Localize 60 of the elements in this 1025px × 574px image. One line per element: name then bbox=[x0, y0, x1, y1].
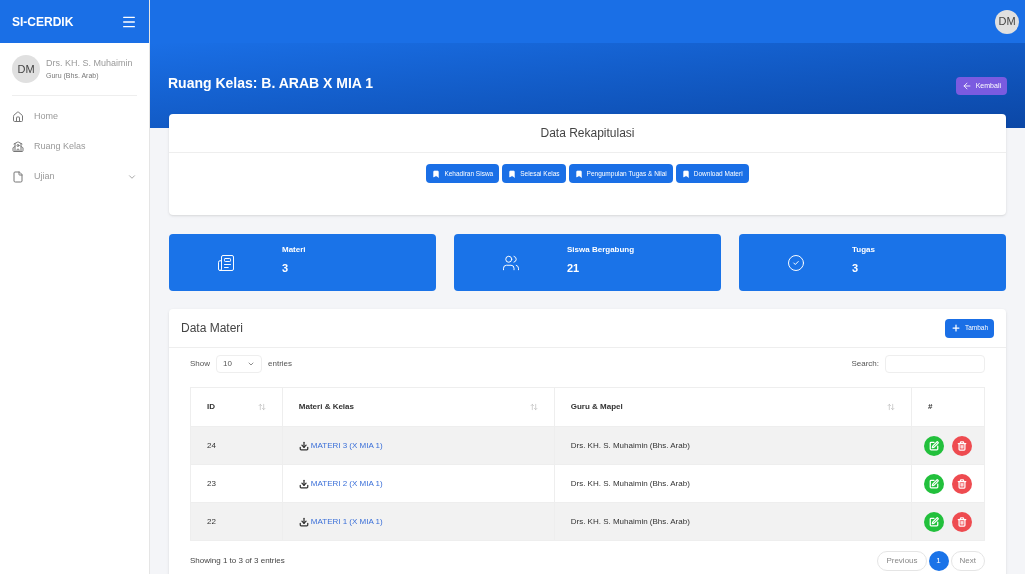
search-label: Search: bbox=[851, 358, 879, 370]
users-icon bbox=[501, 253, 520, 272]
bookmark-icon bbox=[574, 169, 583, 178]
column-header[interactable]: Materi & Kelas bbox=[282, 387, 555, 427]
trash-icon bbox=[957, 440, 967, 451]
page-title: Ruang Kelas: B. ARAB X MIA 1 bbox=[168, 74, 374, 93]
table-cell: 22 bbox=[190, 502, 283, 541]
page-size-select[interactable]: 10 bbox=[216, 355, 262, 373]
download-icon bbox=[298, 440, 309, 451]
show-label: Show bbox=[190, 358, 210, 370]
check-circle-icon bbox=[786, 253, 805, 272]
building-icon bbox=[12, 141, 24, 153]
file-icon bbox=[12, 171, 24, 183]
edit-icon bbox=[929, 478, 939, 489]
table-cell: Drs. KH. S. Muhaimin (Bhs. Arab) bbox=[554, 464, 912, 503]
table-cell: 24 bbox=[190, 426, 283, 465]
download-icon bbox=[298, 516, 309, 527]
user-avatar: DM bbox=[12, 55, 40, 83]
table-info: Showing 1 to 3 of 3 entries bbox=[190, 555, 285, 567]
arrow-left-icon bbox=[961, 81, 972, 91]
card-title: Data Materi bbox=[181, 320, 244, 337]
plus-icon bbox=[950, 323, 961, 333]
stat-value: 21 bbox=[567, 261, 581, 277]
caret-icon bbox=[247, 360, 255, 368]
sidebar-item[interactable]: Ujian bbox=[12, 168, 137, 186]
delete-button[interactable] bbox=[952, 511, 972, 532]
trash-icon bbox=[957, 478, 967, 489]
entries-label: entries bbox=[268, 358, 293, 370]
edit-icon bbox=[929, 516, 939, 527]
edit-button[interactable] bbox=[924, 435, 944, 456]
table-cell: Drs. KH. S. Muhaimin (Bhs. Arab) bbox=[554, 502, 912, 541]
table-cell: 23 bbox=[190, 464, 283, 503]
trash-icon bbox=[957, 516, 967, 527]
download-icon bbox=[298, 478, 309, 489]
page-button[interactable]: 1 bbox=[928, 551, 949, 571]
table-cell: Drs. KH. S. Muhaimin (Bhs. Arab) bbox=[554, 426, 912, 465]
sidebar-item[interactable]: Ruang Kelas bbox=[12, 138, 137, 156]
user-avatar[interactable]: DM bbox=[995, 9, 1019, 34]
column-header[interactable]: Guru & Mapel bbox=[554, 387, 912, 427]
home-icon bbox=[12, 111, 24, 123]
stat-value: 3 bbox=[282, 261, 290, 277]
bookmark-icon bbox=[681, 169, 690, 178]
brand-logo[interactable]: SI-CERDIK bbox=[12, 12, 74, 31]
stat-label: Siswa Bergabung bbox=[567, 244, 635, 257]
delete-button[interactable] bbox=[952, 435, 972, 456]
sidebar-item[interactable]: Home bbox=[12, 108, 137, 126]
edit-button[interactable] bbox=[924, 473, 944, 494]
stat-label: Materi bbox=[282, 244, 306, 257]
bookmark-icon bbox=[508, 169, 517, 178]
delete-button[interactable] bbox=[952, 473, 972, 494]
stat-label: Tugas bbox=[852, 244, 875, 257]
user-name: Drs. KH. S. Muhaimin bbox=[46, 57, 133, 70]
edit-button[interactable] bbox=[924, 511, 944, 532]
bookmark-icon bbox=[432, 169, 441, 178]
column-header[interactable]: # bbox=[911, 387, 985, 427]
column-header[interactable]: ID bbox=[190, 387, 283, 427]
newspaper-icon bbox=[216, 253, 235, 272]
card-title: Data Rekapitulasi bbox=[540, 125, 635, 142]
stat-value: 3 bbox=[852, 261, 860, 277]
edit-icon bbox=[929, 440, 939, 451]
